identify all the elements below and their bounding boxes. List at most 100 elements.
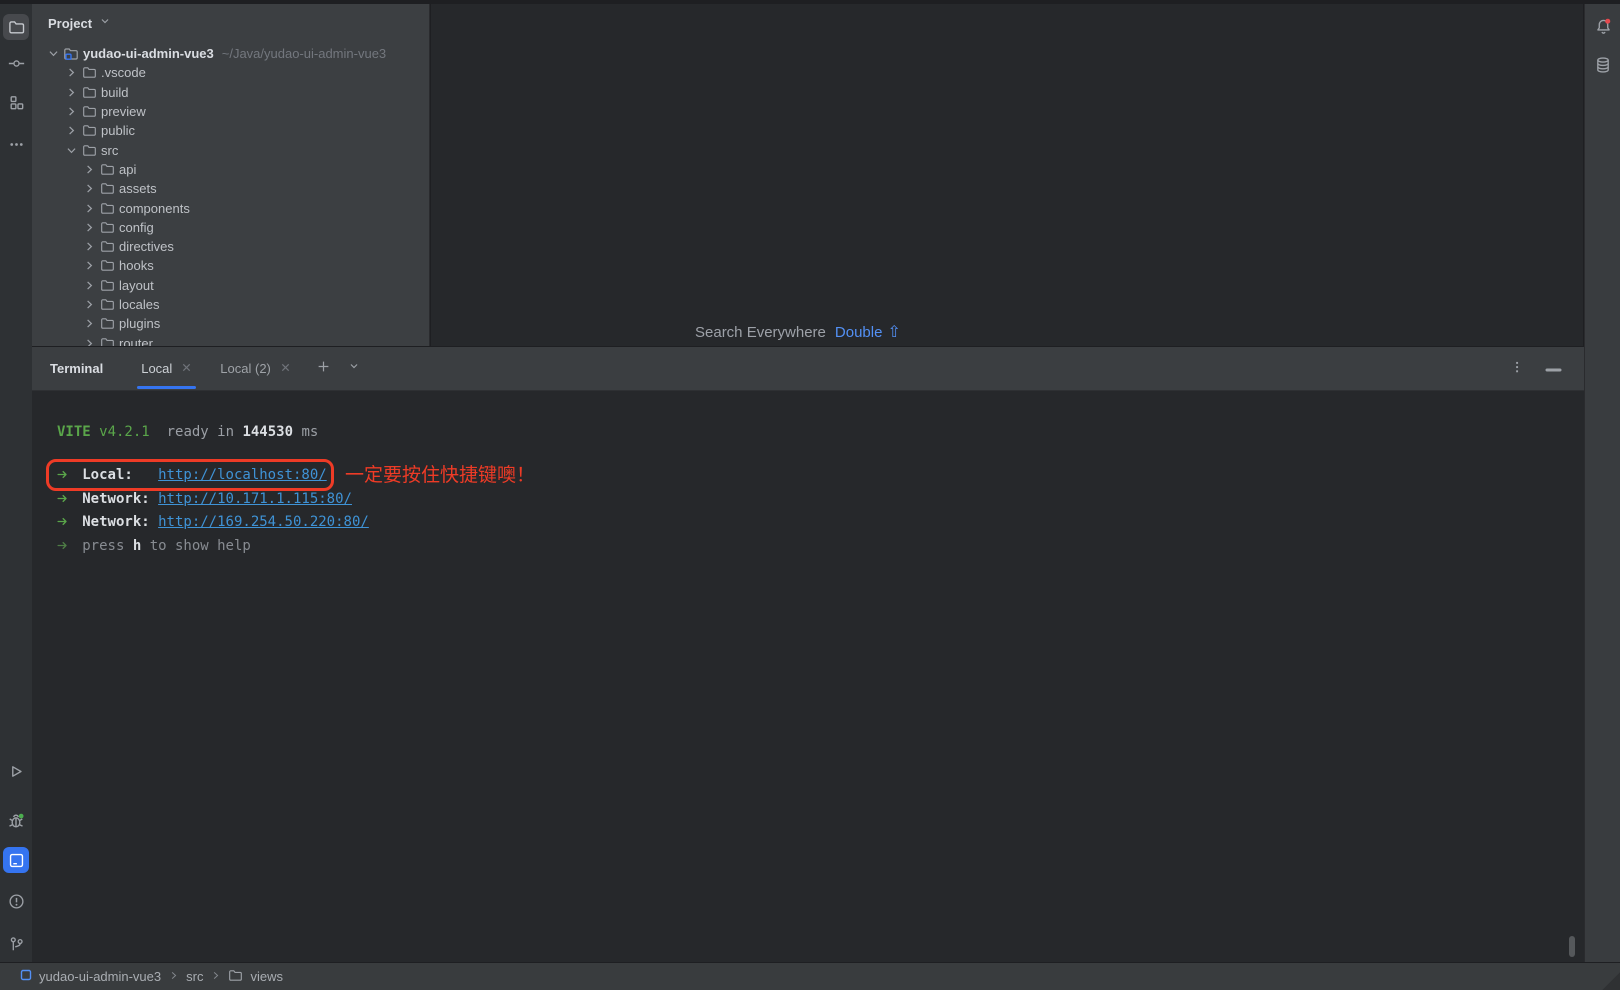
terminal-tabs-dropdown-button[interactable] xyxy=(345,360,363,378)
notifications-button[interactable] xyxy=(1590,16,1616,42)
chevron-right-icon[interactable] xyxy=(81,219,97,235)
chevron-right-icon[interactable] xyxy=(63,104,79,120)
breadcrumb-src[interactable]: src xyxy=(186,969,203,984)
commit-tool-button[interactable] xyxy=(3,50,29,76)
terminal-line: press h to show help xyxy=(57,536,1564,560)
tree-row-components[interactable]: components xyxy=(32,198,429,217)
plus-icon xyxy=(316,359,331,379)
tree-row-vscode[interactable]: .vscode xyxy=(32,63,429,82)
terminal-url-link[interactable]: http://localhost:80/ xyxy=(158,467,327,483)
project-panel-header[interactable]: Project xyxy=(32,4,429,37)
tree-row-router[interactable]: router xyxy=(32,333,429,346)
terminal-scrollbar-thumb[interactable] xyxy=(1569,936,1575,957)
search-everywhere-hint: Search Everywhere Double⇧ xyxy=(695,322,901,342)
folder-icon xyxy=(99,258,115,274)
folder-icon xyxy=(81,142,97,158)
tree-item-label: .vscode xyxy=(101,65,146,80)
tree-row-directives[interactable]: directives xyxy=(32,237,429,256)
tree-item-label: router xyxy=(119,336,153,346)
folder-icon xyxy=(99,335,115,346)
tree-row-layout[interactable]: layout xyxy=(32,276,429,295)
tree-item-label: plugins xyxy=(119,316,160,331)
run-icon xyxy=(8,763,25,780)
tree-item-label: preview xyxy=(101,104,146,119)
annotation-text: 一定要按住快捷键噢！ xyxy=(345,460,535,487)
search-everywhere-label: Search Everywhere xyxy=(695,324,826,341)
folder-icon xyxy=(99,219,115,235)
more-tool-windows-button[interactable] xyxy=(3,131,29,157)
chevron-right-icon xyxy=(168,969,179,984)
tree-row-locales[interactable]: locales xyxy=(32,295,429,314)
terminal-text: ready in xyxy=(150,424,243,440)
project-panel: Project yudao-ui-admin-vue3~/Java/yudao-… xyxy=(32,4,430,346)
run-tool-button[interactable] xyxy=(3,758,29,784)
terminal-text: Network: xyxy=(65,514,158,530)
chevron-right-icon[interactable] xyxy=(81,200,97,216)
chevron-right-icon[interactable] xyxy=(81,258,97,274)
minimize-panel-button[interactable] xyxy=(1544,360,1562,378)
terminal-url-link[interactable]: http://10.171.1.115:80/ xyxy=(158,491,352,507)
chevron-right-icon[interactable] xyxy=(81,181,97,197)
kebab-menu-icon xyxy=(1510,359,1524,380)
chevron-right-icon[interactable] xyxy=(81,161,97,177)
tree-item-label: config xyxy=(119,220,154,235)
terminal-toolbar: Terminal Local Local (2) xyxy=(32,347,1584,391)
tree-row-yudao-ui-admin-vue3[interactable]: yudao-ui-admin-vue3~/Java/yudao-ui-admin… xyxy=(32,44,429,63)
tree-row-config[interactable]: config xyxy=(32,218,429,237)
terminal-icon xyxy=(8,852,25,869)
chevron-right-icon[interactable] xyxy=(81,277,97,293)
tree-row-build[interactable]: build xyxy=(32,83,429,102)
chevron-right-icon[interactable] xyxy=(63,123,79,139)
terminal-options-button[interactable] xyxy=(1508,360,1526,378)
terminal-tab-label: Local xyxy=(141,361,172,376)
terminal-text: to show help xyxy=(141,538,251,554)
tree-row-public[interactable]: public xyxy=(32,121,429,140)
tree-row-hooks[interactable]: hooks xyxy=(32,256,429,275)
chevron-right-icon[interactable] xyxy=(63,65,79,81)
project-tool-button[interactable] xyxy=(3,14,29,40)
tree-row-preview[interactable]: preview xyxy=(32,102,429,121)
breadcrumb-views[interactable]: views xyxy=(228,968,283,986)
project-tree: yudao-ui-admin-vue3~/Java/yudao-ui-admin… xyxy=(32,44,429,346)
folder-icon xyxy=(99,277,115,293)
tree-row-assets[interactable]: assets xyxy=(32,179,429,198)
chevron-right-icon[interactable] xyxy=(81,316,97,332)
more-horizontal-icon xyxy=(8,136,25,153)
tree-row-api[interactable]: api xyxy=(32,160,429,179)
terminal-text: Local: xyxy=(65,467,158,483)
structure-tool-button[interactable] xyxy=(3,89,29,115)
chevron-right-icon[interactable] xyxy=(81,297,97,313)
tree-row-plugins[interactable]: plugins xyxy=(32,314,429,333)
chevron-down-icon xyxy=(347,359,361,378)
terminal-url-link[interactable]: http://169.254.50.220:80/ xyxy=(158,514,369,530)
chevron-right-icon[interactable] xyxy=(81,335,97,346)
search-everywhere-shortcut: Double⇧ xyxy=(835,322,901,342)
chevron-down-icon[interactable] xyxy=(45,46,61,62)
problems-tool-button[interactable] xyxy=(3,888,29,914)
breadcrumb-label: yudao-ui-admin-vue3 xyxy=(39,969,161,984)
folder-icon xyxy=(99,161,115,177)
close-icon[interactable] xyxy=(181,361,192,376)
activity-bar xyxy=(0,4,32,962)
window-resize-grip[interactable] xyxy=(1598,968,1620,990)
breadcrumb-label: views xyxy=(250,969,283,984)
breadcrumb-module[interactable]: yudao-ui-admin-vue3 xyxy=(20,969,161,984)
folder-icon xyxy=(99,239,115,255)
debug-icon xyxy=(7,812,25,830)
new-terminal-tab-button[interactable] xyxy=(315,360,333,378)
database-icon xyxy=(1594,56,1612,79)
version-control-tool-button[interactable] xyxy=(3,931,29,957)
module-icon xyxy=(20,969,32,984)
terminal-tool-button[interactable] xyxy=(3,847,29,873)
chevron-right-icon[interactable] xyxy=(81,239,97,255)
chevron-down-icon xyxy=(98,14,112,33)
debug-tool-button[interactable] xyxy=(3,808,29,834)
tree-row-src[interactable]: src xyxy=(32,140,429,159)
terminal-tab-local-2[interactable]: Local (2) xyxy=(210,347,301,391)
terminal-tab-local[interactable]: Local xyxy=(131,347,202,391)
chevron-right-icon[interactable] xyxy=(63,84,79,100)
chevron-down-icon[interactable] xyxy=(63,142,79,158)
close-icon[interactable] xyxy=(280,361,291,376)
database-button[interactable] xyxy=(1590,54,1616,80)
terminal-panel: Terminal Local Local (2) xyxy=(32,346,1584,962)
